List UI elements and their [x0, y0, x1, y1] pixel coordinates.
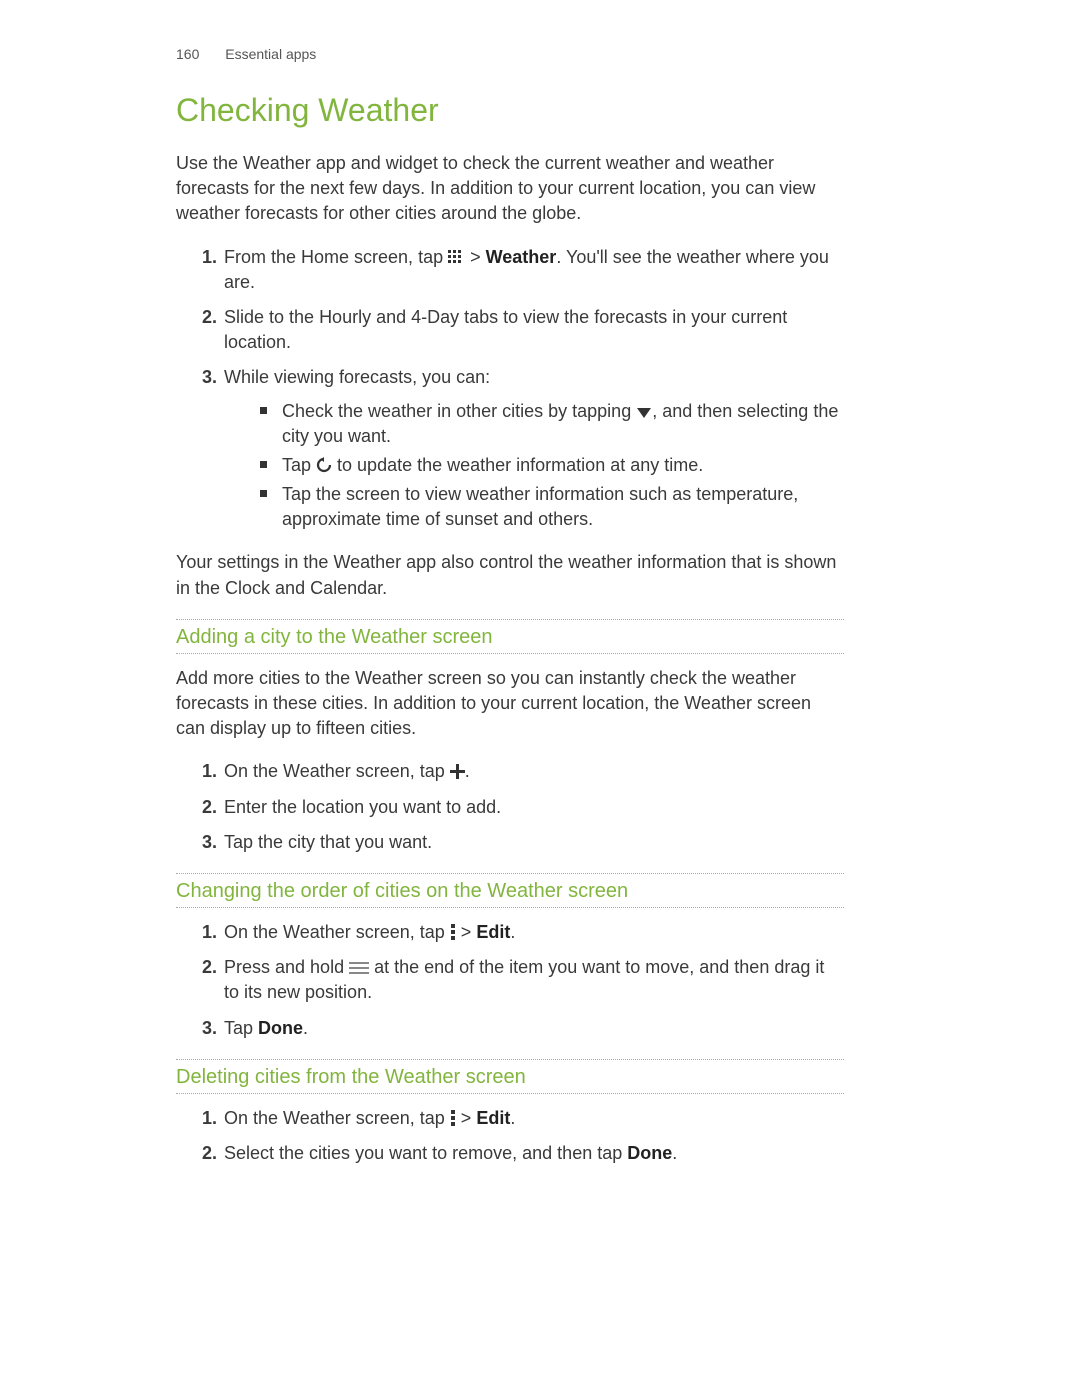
add-city-intro: Add more cities to the Weather screen so…	[176, 666, 844, 742]
subheading-change-order: Changing the order of cities on the Weat…	[176, 873, 844, 908]
intro-paragraph: Use the Weather app and widget to check …	[176, 151, 844, 227]
add-step-1: On the Weather screen, tap .	[222, 759, 844, 784]
step-1: From the Home screen, tap > Weather. You…	[222, 245, 844, 295]
weather-label: Weather	[486, 247, 557, 267]
drag-handle-icon	[349, 961, 369, 975]
delete-step-2: Select the cities you want to remove, an…	[222, 1141, 844, 1166]
delete-steps: On the Weather screen, tap > Edit. Selec…	[176, 1106, 844, 1166]
add-step-3: Tap the city that you want.	[222, 830, 844, 855]
bullet-check-cities: Check the weather in other cities by tap…	[260, 399, 844, 449]
document-page: 160 Essential apps Checking Weather Use …	[0, 0, 1080, 1234]
subheading-add-city: Adding a city to the Weather screen	[176, 619, 844, 654]
delete-step-1: On the Weather screen, tap > Edit.	[222, 1106, 844, 1131]
refresh-icon	[316, 457, 332, 473]
edit-label: Edit	[476, 1108, 510, 1128]
apps-grid-icon	[448, 250, 465, 265]
section-name: Essential apps	[225, 46, 316, 62]
page-header: 160 Essential apps	[176, 46, 844, 62]
order-step-1: On the Weather screen, tap > Edit.	[222, 920, 844, 945]
subheading-delete-cities: Deleting cities from the Weather screen	[176, 1059, 844, 1094]
bullet-tap-screen: Tap the screen to view weather informati…	[260, 482, 844, 532]
main-steps: From the Home screen, tap > Weather. You…	[176, 245, 844, 533]
step-3: While viewing forecasts, you can: Check …	[222, 365, 844, 532]
order-steps: On the Weather screen, tap > Edit. Press…	[176, 920, 844, 1041]
dropdown-triangle-icon	[636, 407, 652, 419]
done-label: Done	[258, 1018, 303, 1038]
page-title: Checking Weather	[176, 92, 844, 129]
page-number: 160	[176, 46, 199, 62]
step-3-bullets: Check the weather in other cities by tap…	[224, 399, 844, 533]
step-2: Slide to the Hourly and 4-Day tabs to vi…	[222, 305, 844, 355]
add-step-2: Enter the location you want to add.	[222, 795, 844, 820]
bullet-refresh: Tap to update the weather information at…	[260, 453, 844, 478]
plus-icon	[450, 764, 465, 779]
order-step-3: Tap Done.	[222, 1016, 844, 1041]
done-label: Done	[627, 1143, 672, 1163]
settings-note: Your settings in the Weather app also co…	[176, 550, 844, 600]
add-city-steps: On the Weather screen, tap . Enter the l…	[176, 759, 844, 855]
order-step-2: Press and hold at the end of the item yo…	[222, 955, 844, 1005]
edit-label: Edit	[476, 922, 510, 942]
